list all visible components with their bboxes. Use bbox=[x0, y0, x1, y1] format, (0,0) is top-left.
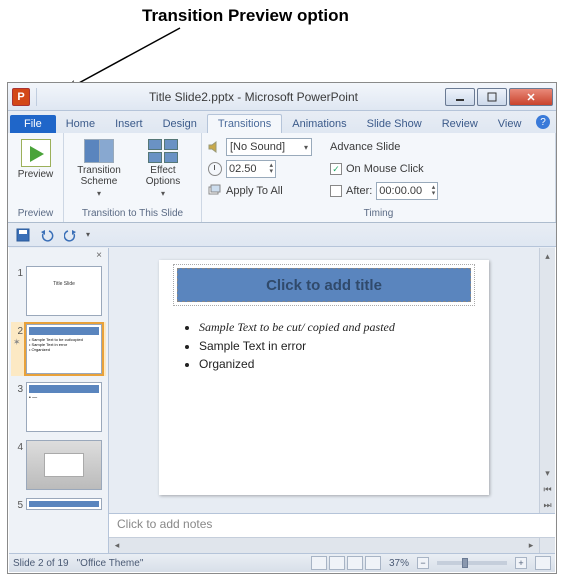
zoom-out-button[interactable]: − bbox=[417, 557, 429, 569]
slideshow-view-button[interactable] bbox=[365, 556, 381, 570]
quick-access-toolbar: ▾ bbox=[8, 223, 556, 247]
close-button[interactable] bbox=[509, 88, 553, 106]
status-slide-number: Slide 2 of 19 bbox=[13, 558, 69, 569]
powerpoint-icon: P bbox=[12, 88, 30, 106]
tab-review[interactable]: Review bbox=[432, 115, 488, 133]
transition-scheme-icon bbox=[84, 139, 114, 163]
scroll-up-icon[interactable]: ▴ bbox=[540, 248, 555, 264]
undo-button[interactable] bbox=[38, 226, 56, 244]
vertical-scrollbar[interactable]: ▴ ▾ ⏮ ⏭ bbox=[539, 248, 555, 513]
tab-transitions[interactable]: Transitions bbox=[207, 114, 282, 133]
advance-slide-label: Advance Slide bbox=[330, 141, 400, 153]
after-spinner[interactable]: 00:00.00▴▾ bbox=[376, 182, 438, 200]
prev-slide-icon[interactable]: ⏮ bbox=[540, 481, 555, 497]
redo-button[interactable] bbox=[62, 226, 80, 244]
transition-scheme-button[interactable]: Transition Scheme ▾ bbox=[70, 137, 128, 200]
close-pane-icon[interactable]: × bbox=[92, 250, 106, 264]
slide-thumbnail-5[interactable]: 5 bbox=[13, 498, 104, 511]
chevron-down-icon: ▾ bbox=[161, 189, 165, 198]
scroll-down-icon[interactable]: ▾ bbox=[540, 465, 555, 481]
group-transition-label: Transition to This Slide bbox=[70, 206, 195, 222]
slide-thumbnail-3[interactable]: 3 • — bbox=[13, 382, 104, 432]
annotation-label: Transition Preview option bbox=[142, 6, 349, 26]
slide-thumbnail-2[interactable]: 2✶ • Sample Text to be cut/copied• Sampl… bbox=[11, 322, 106, 376]
status-theme: "Office Theme" bbox=[77, 558, 144, 569]
tab-animations[interactable]: Animations bbox=[282, 115, 356, 133]
slide-title-placeholder[interactable]: Click to add title bbox=[177, 268, 471, 302]
slide-editor-stage[interactable]: Click to add title Sample Text to be cut… bbox=[109, 248, 539, 513]
maximize-button[interactable] bbox=[477, 88, 507, 106]
minimize-button[interactable] bbox=[445, 88, 475, 106]
save-button[interactable] bbox=[14, 226, 32, 244]
effect-options-icon bbox=[148, 139, 178, 163]
zoom-percent: 37% bbox=[389, 558, 409, 569]
slide-body-content[interactable]: Sample Text to be cut/ copied and pasted… bbox=[185, 316, 469, 375]
tab-file[interactable]: File bbox=[10, 115, 56, 133]
scroll-left-icon[interactable]: ◂ bbox=[109, 538, 125, 553]
notes-pane[interactable]: Click to add notes bbox=[109, 513, 555, 537]
bullet-item: Organized bbox=[199, 357, 469, 371]
zoom-slider[interactable] bbox=[437, 561, 507, 565]
qat-dropdown[interactable] bbox=[36, 88, 64, 106]
group-preview-label: Preview bbox=[14, 206, 57, 222]
tab-insert[interactable]: Insert bbox=[105, 115, 153, 133]
status-bar: Slide 2 of 19 "Office Theme" 37% − + bbox=[9, 553, 555, 572]
after-checkbox[interactable] bbox=[330, 185, 342, 197]
preview-label: Preview bbox=[18, 169, 54, 180]
fit-to-window-button[interactable] bbox=[535, 556, 551, 570]
scroll-right-icon[interactable]: ▸ bbox=[523, 538, 539, 553]
qat-more-icon[interactable]: ▾ bbox=[86, 230, 90, 239]
tab-home[interactable]: Home bbox=[56, 115, 105, 133]
ribbon-body: Preview Preview Transition Scheme ▾ Effe… bbox=[8, 133, 556, 223]
next-slide-icon[interactable]: ⏭ bbox=[540, 497, 555, 513]
on-mouse-click-label: On Mouse Click bbox=[346, 163, 424, 175]
tab-slideshow[interactable]: Slide Show bbox=[357, 115, 432, 133]
ribbon-tabs: File Home Insert Design Transitions Anim… bbox=[8, 111, 556, 133]
preview-button[interactable]: Preview bbox=[14, 137, 57, 182]
transition-scheme-label: Transition Scheme bbox=[77, 165, 121, 187]
slide-thumbnail-4[interactable]: 4 bbox=[13, 440, 104, 490]
effect-options-button[interactable]: Effect Options ▾ bbox=[134, 137, 192, 200]
clock-icon bbox=[208, 162, 222, 176]
slide-thumbnail-1[interactable]: 1 Title Slide bbox=[13, 266, 104, 316]
help-icon[interactable]: ? bbox=[536, 115, 550, 129]
powerpoint-window: P Title Slide2.pptx - Microsoft PowerPoi… bbox=[7, 82, 557, 574]
on-mouse-click-checkbox[interactable]: ✓ bbox=[330, 163, 342, 175]
preview-icon bbox=[21, 139, 51, 167]
slide-canvas: Click to add title Sample Text to be cut… bbox=[159, 260, 489, 495]
chevron-down-icon: ▾ bbox=[97, 189, 101, 198]
zoom-in-button[interactable]: + bbox=[515, 557, 527, 569]
group-timing-label: Timing bbox=[208, 206, 549, 222]
effect-options-label: Effect Options bbox=[146, 165, 180, 187]
apply-to-all-button[interactable]: Apply To All bbox=[208, 181, 312, 201]
window-title: Title Slide2.pptx - Microsoft PowerPoint bbox=[64, 90, 443, 104]
sorter-view-button[interactable] bbox=[329, 556, 345, 570]
tab-design[interactable]: Design bbox=[153, 115, 207, 133]
apply-all-icon bbox=[208, 184, 222, 198]
after-label: After: bbox=[346, 185, 372, 197]
sound-icon bbox=[208, 140, 222, 154]
reading-view-button[interactable] bbox=[347, 556, 363, 570]
sound-dropdown[interactable]: [No Sound]▾ bbox=[226, 138, 312, 156]
titlebar: P Title Slide2.pptx - Microsoft PowerPoi… bbox=[8, 83, 556, 111]
work-area: × 1 Title Slide 2✶ • Sample Text to be c… bbox=[9, 248, 555, 553]
normal-view-button[interactable] bbox=[311, 556, 327, 570]
horizontal-scrollbar[interactable]: ◂ ▸ bbox=[109, 537, 539, 553]
bullet-item: Sample Text to be cut/ copied and pasted bbox=[199, 320, 469, 335]
tab-view[interactable]: View bbox=[488, 115, 532, 133]
slide-thumbnails-pane: × 1 Title Slide 2✶ • Sample Text to be c… bbox=[9, 248, 109, 553]
animation-icon: ✶ bbox=[13, 337, 23, 348]
bullet-item: Sample Text in error bbox=[199, 339, 469, 353]
duration-spinner[interactable]: 02.50▴▾ bbox=[226, 160, 276, 178]
